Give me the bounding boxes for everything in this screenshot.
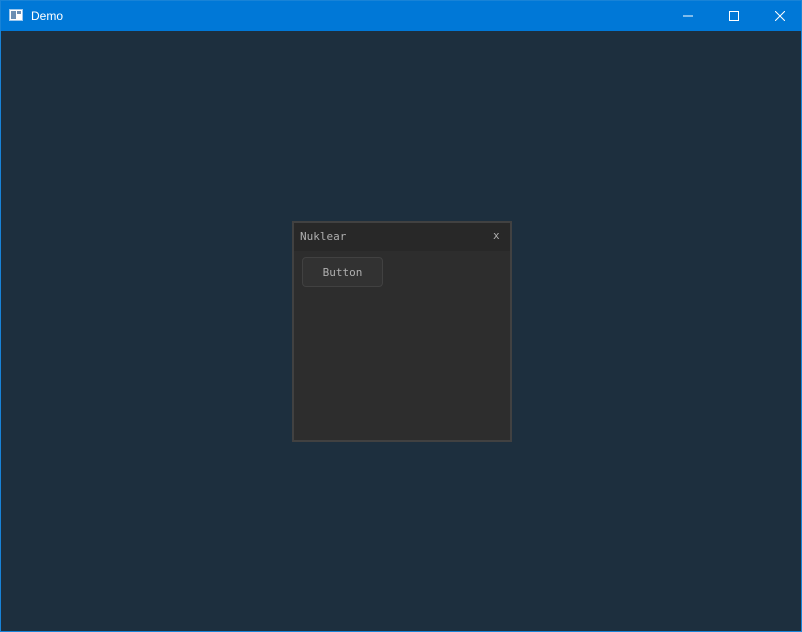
minimize-button[interactable] <box>665 1 711 31</box>
button[interactable]: Button <box>302 257 383 287</box>
maximize-button[interactable] <box>711 1 757 31</box>
os-window: Demo Nuklear x Button <box>0 0 802 632</box>
maximize-icon <box>729 11 739 21</box>
close-button[interactable] <box>757 1 802 31</box>
minimize-icon <box>683 15 693 17</box>
nuklear-window-title: Nuklear <box>300 230 347 243</box>
nuklear-close-button[interactable]: x <box>493 229 500 242</box>
nuklear-window[interactable]: Nuklear x Button <box>292 221 512 442</box>
client-area: Nuklear x Button <box>1 31 801 631</box>
title-bar[interactable]: Demo <box>1 1 801 31</box>
button-label: Button <box>322 265 363 279</box>
close-icon <box>775 11 785 21</box>
window-title: Demo <box>31 9 64 23</box>
app-window-icon <box>9 9 23 21</box>
nuklear-window-header[interactable]: Nuklear x <box>294 223 510 251</box>
